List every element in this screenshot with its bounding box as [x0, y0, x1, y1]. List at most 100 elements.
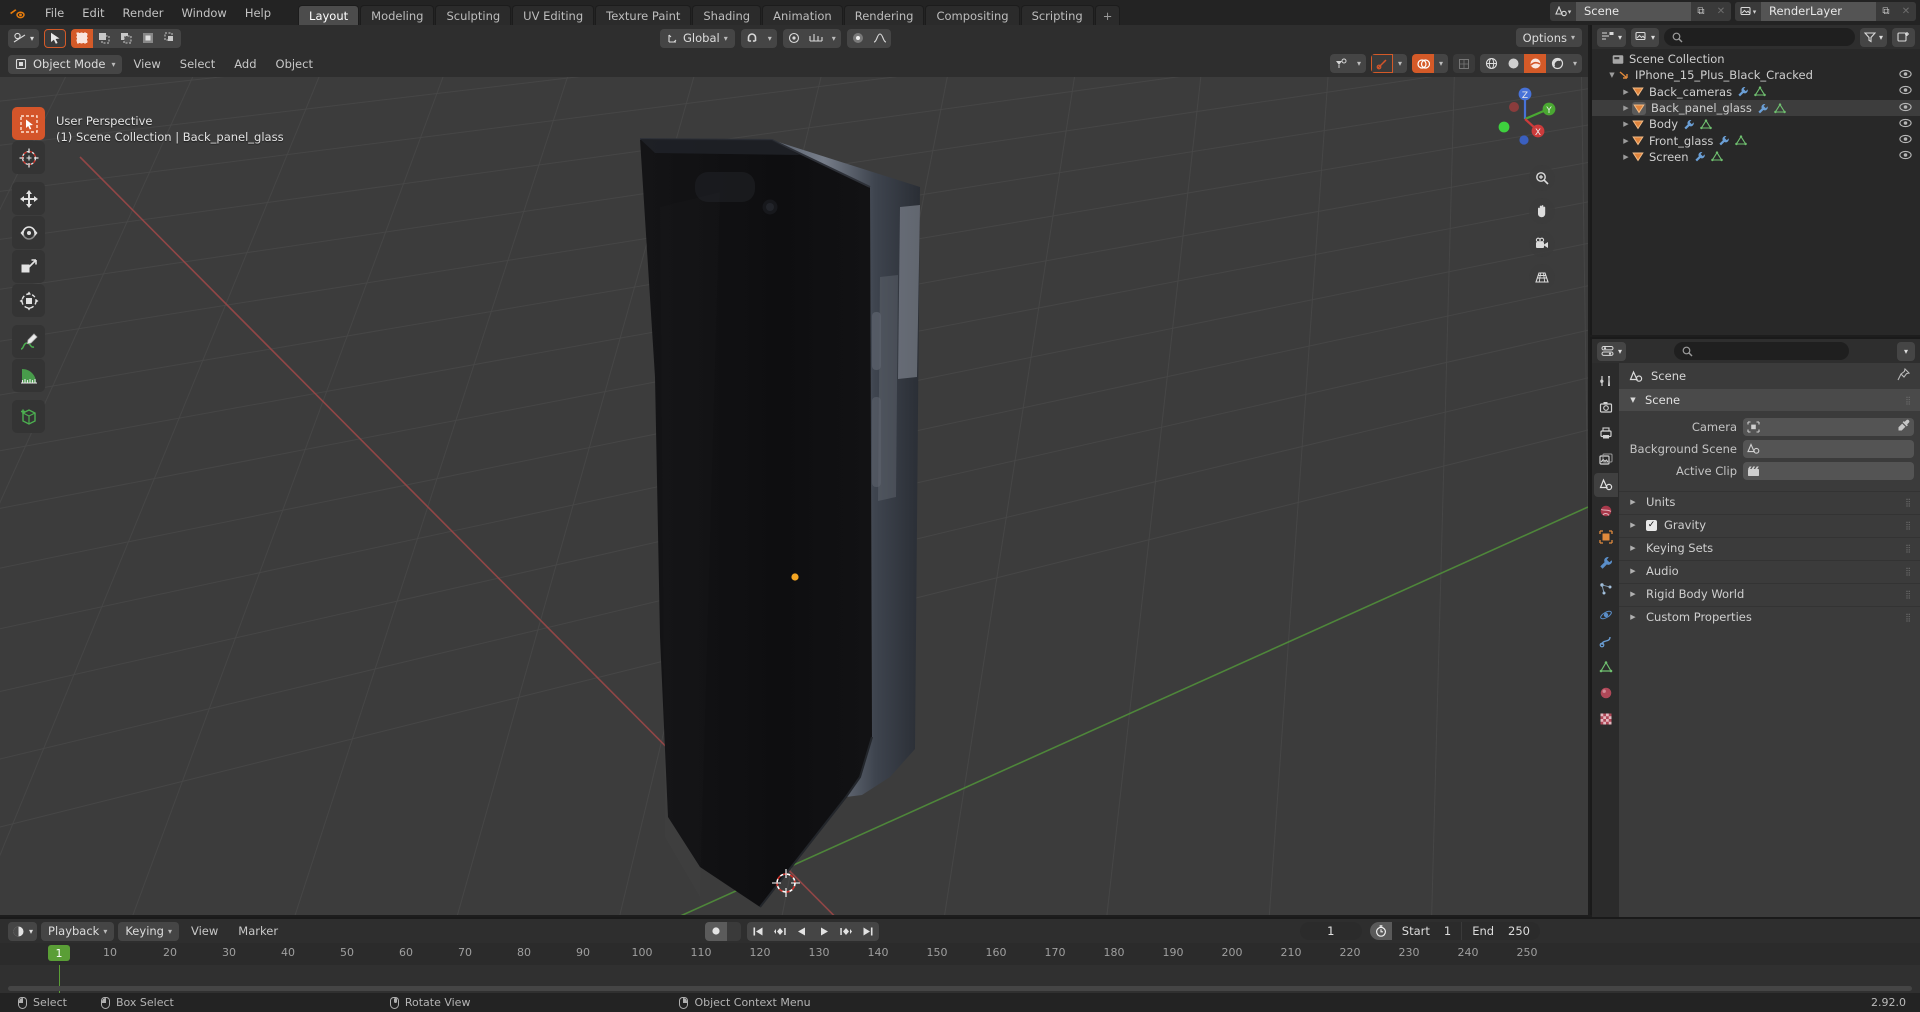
add-cube-tool[interactable] — [12, 400, 45, 433]
tab-texture-paint[interactable]: Texture Paint — [595, 5, 692, 25]
physics-tab[interactable] — [1594, 603, 1618, 627]
magnifier-plus-icon[interactable] — [1529, 165, 1555, 191]
timeline-body[interactable] — [0, 965, 1920, 993]
disclosure-triangle-icon[interactable]: ▶ — [1627, 567, 1639, 575]
chevron-down-icon[interactable] — [727, 921, 741, 941]
cursor-arrow-icon[interactable] — [44, 28, 67, 48]
chevron-down-icon[interactable]: ▾ — [1434, 54, 1448, 73]
outliner-row-body[interactable]: ▶ Body — [1592, 116, 1920, 132]
modifier-icon[interactable] — [1718, 135, 1730, 146]
constraints-tab[interactable] — [1594, 629, 1618, 653]
falloff-smooth-icon[interactable] — [868, 28, 891, 48]
prev-keyframe-icon[interactable] — [769, 921, 791, 941]
disclosure-triangle-icon[interactable]: ▶ — [1627, 613, 1639, 621]
rotate-tool[interactable] — [12, 216, 45, 249]
cursor-tool[interactable] — [12, 141, 45, 174]
chevron-down-icon[interactable]: ▾ — [826, 28, 841, 48]
gravity-panel-header[interactable]: ▶ ✓ Gravity ⣿ — [1619, 514, 1920, 535]
timeline-ruler[interactable]: 1 10 20 30 40 50 60 70 80 90 100 110 120… — [0, 943, 1920, 965]
modifier-icon[interactable] — [1694, 151, 1706, 162]
funnel-icon[interactable]: ▾ — [1859, 27, 1887, 47]
view-layer-images-tab[interactable] — [1594, 447, 1618, 471]
disclosure-triangle-icon[interactable]: ▶ — [1627, 498, 1639, 506]
material-preview-icon[interactable] — [1524, 54, 1546, 73]
menu-add[interactable]: Add — [226, 55, 264, 73]
tweak-select-box-tool[interactable] — [12, 107, 45, 140]
tab-uv-editing[interactable]: UV Editing — [512, 5, 595, 25]
outliner-row-back-cameras[interactable]: ▶ Back_cameras — [1592, 84, 1920, 100]
scene-name-field[interactable]: Scene — [1576, 2, 1691, 21]
gravity-checkbox[interactable]: ✓ — [1646, 519, 1657, 531]
disclosure-triangle-icon[interactable]: ▼ — [1606, 71, 1618, 79]
outliner-row-scene-collection[interactable]: Scene Collection — [1592, 51, 1920, 67]
mesh-data-icon[interactable] — [1735, 135, 1748, 146]
scene-panel-header[interactable]: ▼ Scene ⣿ — [1619, 389, 1920, 411]
modifier-icon[interactable] — [1683, 119, 1695, 130]
hand-icon[interactable] — [1529, 198, 1555, 224]
tab-layout[interactable]: Layout — [298, 5, 360, 25]
outliner-row-iphone-collection[interactable]: ▼ IPhone_15_Plus_Black_Cracked — [1592, 67, 1920, 83]
select-invert-icon[interactable] — [137, 28, 160, 48]
scene-tab[interactable] — [1593, 473, 1618, 497]
disclosure-triangle-icon[interactable]: ▶ — [1620, 120, 1632, 128]
object-data-tab[interactable] — [1594, 655, 1618, 679]
duplicate-icon[interactable]: ⧉ — [1876, 2, 1896, 21]
proportional-edit-icon[interactable] — [782, 28, 805, 48]
tab-scripting[interactable]: Scripting — [1020, 5, 1094, 25]
solid-icon[interactable] — [1502, 54, 1524, 73]
stopwatch-icon[interactable] — [1369, 922, 1392, 940]
rigid-body-world-panel-header[interactable]: ▶ Rigid Body World ⣿ — [1619, 583, 1920, 604]
record-keyframe-icon[interactable] — [705, 921, 727, 941]
particles-tab[interactable] — [1594, 577, 1618, 601]
select-intersect-icon[interactable] — [159, 28, 182, 48]
jump-start-icon[interactable] — [747, 921, 769, 941]
view-layer-icon[interactable]: ▾ — [1631, 27, 1660, 47]
menu-window[interactable]: Window — [172, 4, 235, 22]
menu-file[interactable]: File — [36, 4, 73, 22]
outliner-row-front-glass[interactable]: ▶ Front_glass — [1592, 132, 1920, 148]
hide-in-viewport-icon[interactable] — [1899, 118, 1912, 131]
disclosure-triangle-icon[interactable]: ▶ — [1620, 137, 1632, 145]
select-extend-icon[interactable] — [93, 28, 116, 48]
tab-shading[interactable]: Shading — [692, 5, 762, 25]
chevron-down-icon[interactable]: ▾ — [1352, 54, 1366, 73]
eyedropper-icon[interactable] — [1897, 419, 1910, 435]
play-icon[interactable] — [813, 921, 835, 941]
new-collection-icon[interactable] — [1892, 27, 1915, 47]
outliner-search-input[interactable] — [1664, 28, 1855, 46]
camera-field[interactable] — [1743, 418, 1914, 436]
mode-dropdown[interactable]: Object Mode ▾ — [8, 54, 123, 74]
playhead-frame-label[interactable]: 1 — [48, 945, 70, 961]
chevron-down-icon[interactable]: ▾ — [1568, 54, 1582, 73]
mesh-data-icon[interactable] — [1754, 86, 1766, 97]
menu-render[interactable]: Render — [114, 4, 173, 22]
move-tool[interactable] — [12, 182, 45, 215]
overlays-icon[interactable] — [1412, 54, 1434, 73]
x-icon[interactable]: ✕ — [1896, 2, 1916, 21]
current-frame-field[interactable]: 1 — [1299, 922, 1362, 940]
chevron-down-icon[interactable]: ▾ — [1896, 341, 1915, 361]
menu-view[interactable]: View — [125, 55, 168, 73]
render-layers-icon[interactable]: ▾ — [1735, 2, 1761, 21]
active-clip-field[interactable] — [1743, 462, 1914, 480]
xray-icon[interactable] — [1453, 54, 1475, 73]
modifier-icon[interactable] — [1757, 103, 1769, 114]
outliner-display-icon[interactable]: ▾ — [1597, 27, 1627, 47]
pin-icon[interactable] — [1897, 367, 1911, 384]
play-reverse-icon[interactable] — [791, 921, 813, 941]
properties-search-input[interactable] — [1674, 342, 1849, 360]
audio-panel-header[interactable]: ▶ Audio ⣿ — [1619, 560, 1920, 581]
outliner-row-screen[interactable]: ▶ Screen — [1592, 149, 1920, 165]
hide-in-viewport-icon[interactable] — [1899, 134, 1912, 147]
editor-type-icon[interactable]: ▾ — [8, 28, 40, 48]
outliner-row-back-panel-glass[interactable]: ▶ Back_panel_glass — [1592, 99, 1920, 117]
timeline-editor-icon[interactable]: ▾ — [8, 921, 38, 941]
material-tab[interactable] — [1594, 681, 1618, 705]
timeline-menu-marker[interactable]: Marker — [230, 922, 286, 940]
timeline-menu-view[interactable]: View — [183, 922, 226, 940]
select-subtract-icon[interactable] — [115, 28, 138, 48]
gizmo-icon[interactable] — [1371, 54, 1393, 73]
tab-animation[interactable]: Animation — [762, 5, 843, 25]
navigation-gizmo[interactable]: Z Y X — [1486, 80, 1564, 158]
view-layer-name-field[interactable]: RenderLayer — [1761, 2, 1876, 21]
